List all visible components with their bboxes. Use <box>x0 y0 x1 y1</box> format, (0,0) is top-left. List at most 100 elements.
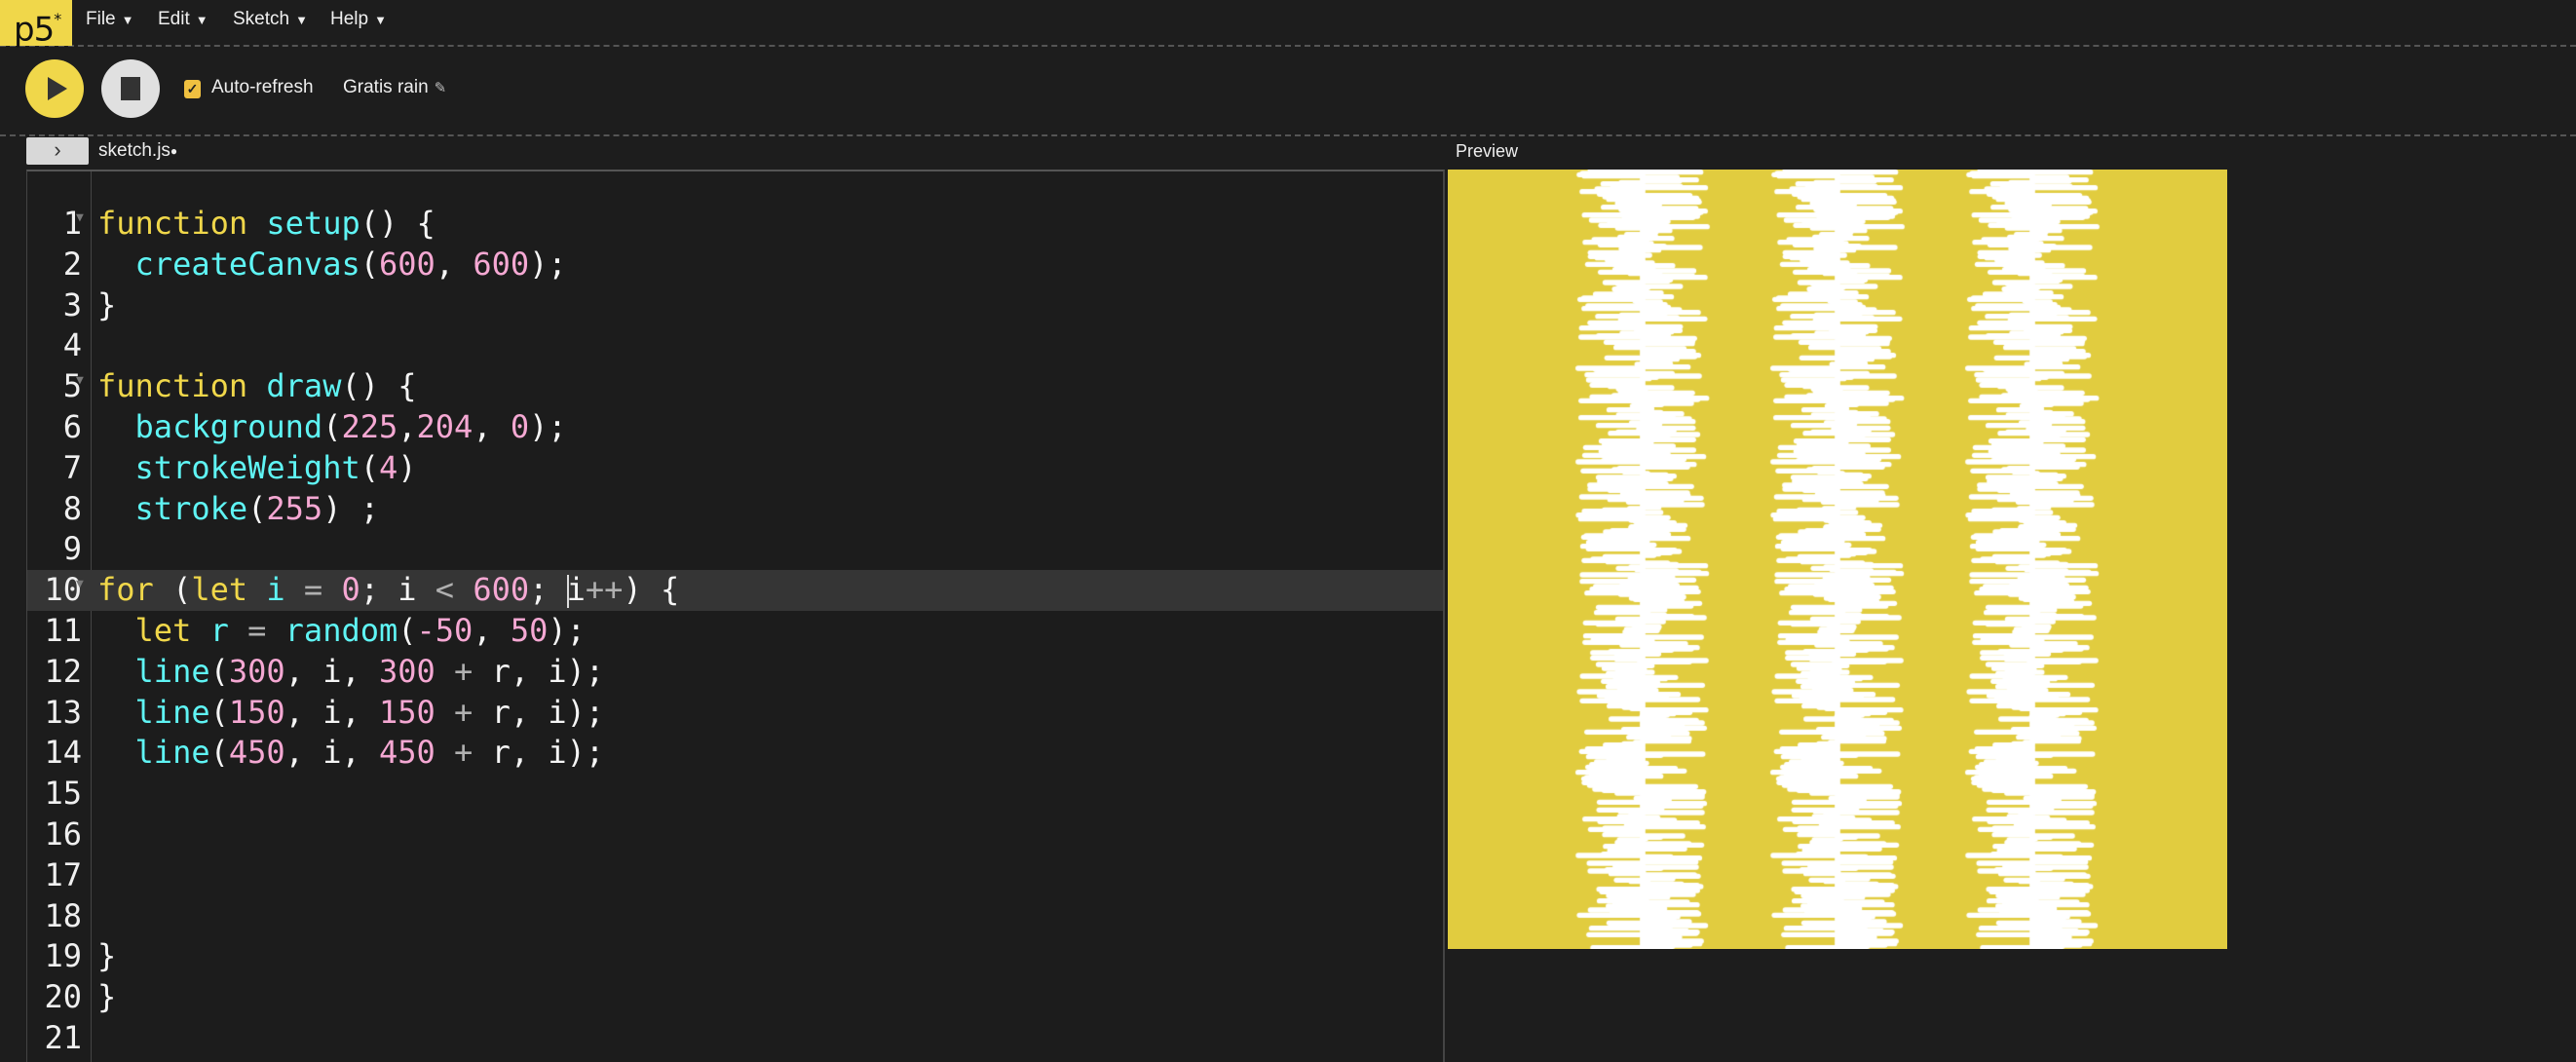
code-line[interactable]: 16 <box>27 815 1443 855</box>
p5-logo[interactable]: p5* <box>0 0 72 49</box>
code-token: stroke <box>134 489 248 527</box>
code-token: 150 <box>378 693 436 731</box>
code-token: i <box>566 571 586 609</box>
stop-button[interactable] <box>101 59 160 118</box>
code-token: 300 <box>378 652 436 690</box>
code-token: draw <box>266 367 342 405</box>
code-line[interactable]: 8 stroke(255) ; <box>27 489 1443 530</box>
code-token: < <box>435 571 455 609</box>
code-line[interactable]: 12 line(300, i, 300 + r, i); <box>27 652 1443 693</box>
code-line[interactable]: 18 <box>27 896 1443 937</box>
line-number: 3 <box>62 285 82 323</box>
code-token: ( <box>209 693 229 731</box>
code-text: line(300, i, 300 + r, i); <box>97 652 605 693</box>
code-token: 600 <box>473 571 530 609</box>
code-token: strokeWeight <box>134 448 360 486</box>
code-line[interactable]: 7 strokeWeight(4) <box>27 448 1443 489</box>
code-token: 225 <box>341 407 398 445</box>
code-lines[interactable]: 1 ▼ function setup() {2 createCanvas(600, … <box>27 204 1443 1059</box>
line-number: 19 <box>44 937 82 975</box>
code-token: createCanvas <box>134 245 360 283</box>
code-text: for (let i = 0; i < 600; i++) { <box>97 570 679 611</box>
code-token: line <box>134 652 210 690</box>
code-token: random <box>284 611 398 649</box>
code-token: + <box>454 693 474 731</box>
sketch-preview-canvas[interactable] <box>1448 170 2227 949</box>
code-line[interactable]: 19} <box>27 936 1443 977</box>
play-icon <box>48 77 67 100</box>
file-tab-label: sketch.js <box>98 140 170 161</box>
code-token: ; i <box>360 571 436 609</box>
code-line[interactable]: 15 <box>27 774 1443 815</box>
play-button[interactable] <box>25 59 84 118</box>
fold-arrow-icon[interactable]: ▼ <box>76 204 84 233</box>
menu-bar: p5* File ▼ Edit ▼ Sketch ▼ Help ▼ <box>0 0 2576 49</box>
code-text: strokeWeight(4) <box>97 448 417 489</box>
auto-refresh-checkbox[interactable]: ✓ <box>184 80 201 98</box>
code-token: background <box>134 407 323 445</box>
code-editor[interactable]: 1 ▼ function setup() {2 createCanvas(600, … <box>26 170 1445 1062</box>
menu-help[interactable]: Help ▼ <box>330 0 387 45</box>
code-token: , <box>473 611 511 649</box>
code-token: , i, <box>284 734 379 772</box>
code-line[interactable]: 11 let r = random(-50, 50); <box>27 611 1443 652</box>
sidebar-toggle-button[interactable]: › <box>26 137 89 165</box>
fold-arrow-icon[interactable]: ▼ <box>76 366 84 396</box>
menu-label: Edit <box>158 9 190 29</box>
line-number: 20 <box>44 978 82 1016</box>
code-line[interactable]: 4 <box>27 325 1443 366</box>
code-token: ); <box>529 407 567 445</box>
menu-sketch[interactable]: Sketch ▼ <box>233 0 308 45</box>
code-token: ( <box>153 571 192 609</box>
sketch-name[interactable]: Gratis rain ✎ <box>343 77 446 98</box>
code-line[interactable]: 6 background(225,204, 0); <box>27 407 1443 448</box>
code-text: let r = random(-50, 50); <box>97 611 586 652</box>
code-token: r, i); <box>473 652 605 690</box>
code-token: 204 <box>416 407 474 445</box>
caret-down-icon: ▼ <box>121 13 134 27</box>
line-number: 15 <box>44 775 82 813</box>
menu-label: Help <box>330 9 369 29</box>
code-text: background(225,204, 0); <box>97 407 567 448</box>
code-line[interactable]: 1 ▼ function setup() { <box>27 204 1443 245</box>
code-line[interactable]: 10 ▼ for (let i = 0; i < 600; i++) { <box>27 570 1443 611</box>
file-tab-sketch-js[interactable]: sketch.js● <box>98 137 177 165</box>
pencil-icon[interactable]: ✎ <box>435 80 447 96</box>
code-line[interactable]: 14 line(450, i, 450 + r, i); <box>27 733 1443 774</box>
code-line[interactable]: 9 <box>27 529 1443 570</box>
auto-refresh-label[interactable]: Auto-refresh <box>211 77 314 98</box>
code-token: function <box>97 367 248 405</box>
menu-file[interactable]: File ▼ <box>86 0 134 45</box>
code-token: let <box>134 611 192 649</box>
code-token: , <box>398 407 417 445</box>
code-token: ( <box>322 407 342 445</box>
code-token: ( <box>360 245 379 283</box>
code-line[interactable]: 5 ▼ function draw() { <box>27 366 1443 407</box>
line-number: 4 <box>62 326 82 364</box>
code-token: function <box>97 205 248 242</box>
code-text: function draw() { <box>97 366 417 407</box>
code-line[interactable]: 2 createCanvas(600, 600); <box>27 245 1443 285</box>
code-token: ); <box>529 245 567 283</box>
code-line[interactable]: 13 line(150, i, 150 + r, i); <box>27 693 1443 734</box>
code-token: = <box>303 571 323 609</box>
code-line[interactable]: 17 <box>27 855 1443 896</box>
chevron-right-icon: › <box>54 137 61 162</box>
code-token: } <box>97 978 117 1016</box>
code-line[interactable]: 21 <box>27 1018 1443 1059</box>
menu-edit[interactable]: Edit ▼ <box>158 0 208 45</box>
code-line[interactable]: 20} <box>27 977 1443 1018</box>
code-token: -50 <box>416 611 474 649</box>
fold-arrow-icon[interactable]: ▼ <box>76 570 84 599</box>
code-line[interactable]: 3} <box>27 285 1443 326</box>
code-token: 450 <box>378 734 436 772</box>
menu-label: File <box>86 9 116 29</box>
code-token: , i, <box>284 693 379 731</box>
unsaved-dot-icon: ● <box>170 144 178 158</box>
